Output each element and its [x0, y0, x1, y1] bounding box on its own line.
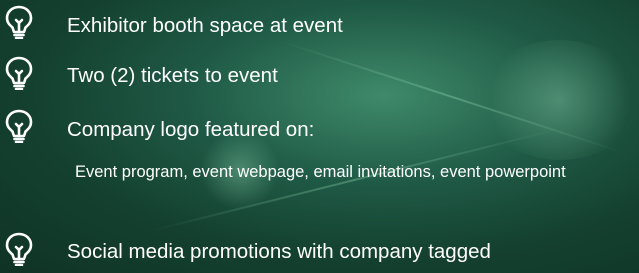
list-item-text: Two (2) tickets to event [67, 64, 278, 87]
lightbulb-icon [4, 109, 34, 144]
background-glow [480, 40, 639, 160]
lightbulb-icon [4, 5, 34, 40]
background-line [279, 40, 623, 154]
lightbulb-icon [4, 232, 34, 267]
list-item-text: Social media promotions with company tag… [67, 240, 491, 263]
list-item-subtext: Event program, event webpage, email invi… [75, 163, 566, 181]
lightbulb-icon [4, 56, 34, 91]
list-item-text: Company logo featured on: [67, 118, 315, 141]
list-item-text: Exhibitor booth space at event [67, 14, 343, 37]
